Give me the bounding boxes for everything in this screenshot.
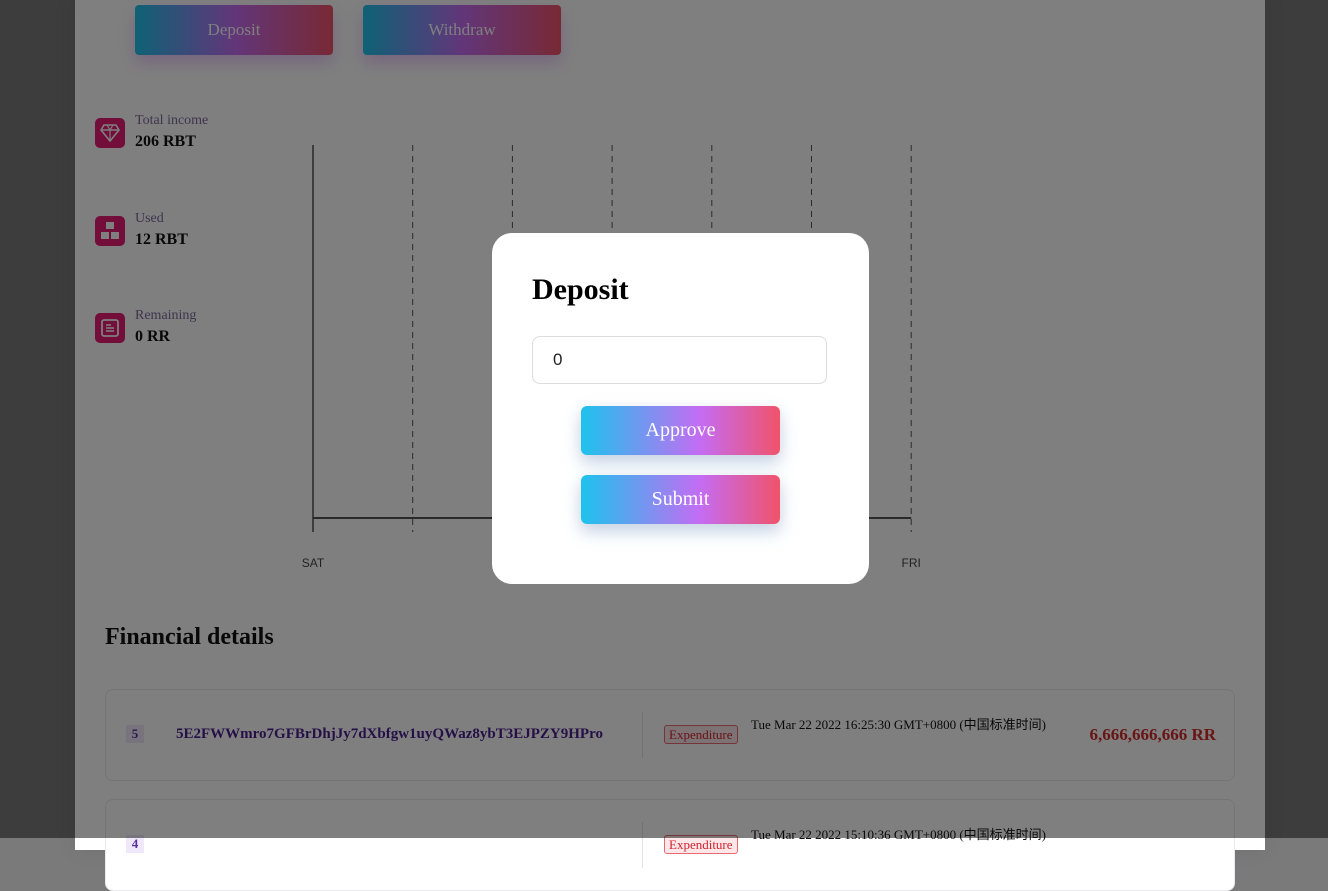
approve-button[interactable]: Approve [581,406,780,455]
modal-title: Deposit [532,273,629,306]
deposit-amount-input[interactable] [532,336,827,384]
submit-button[interactable]: Submit [581,475,780,524]
deposit-modal: Deposit Approve Submit [492,233,869,584]
